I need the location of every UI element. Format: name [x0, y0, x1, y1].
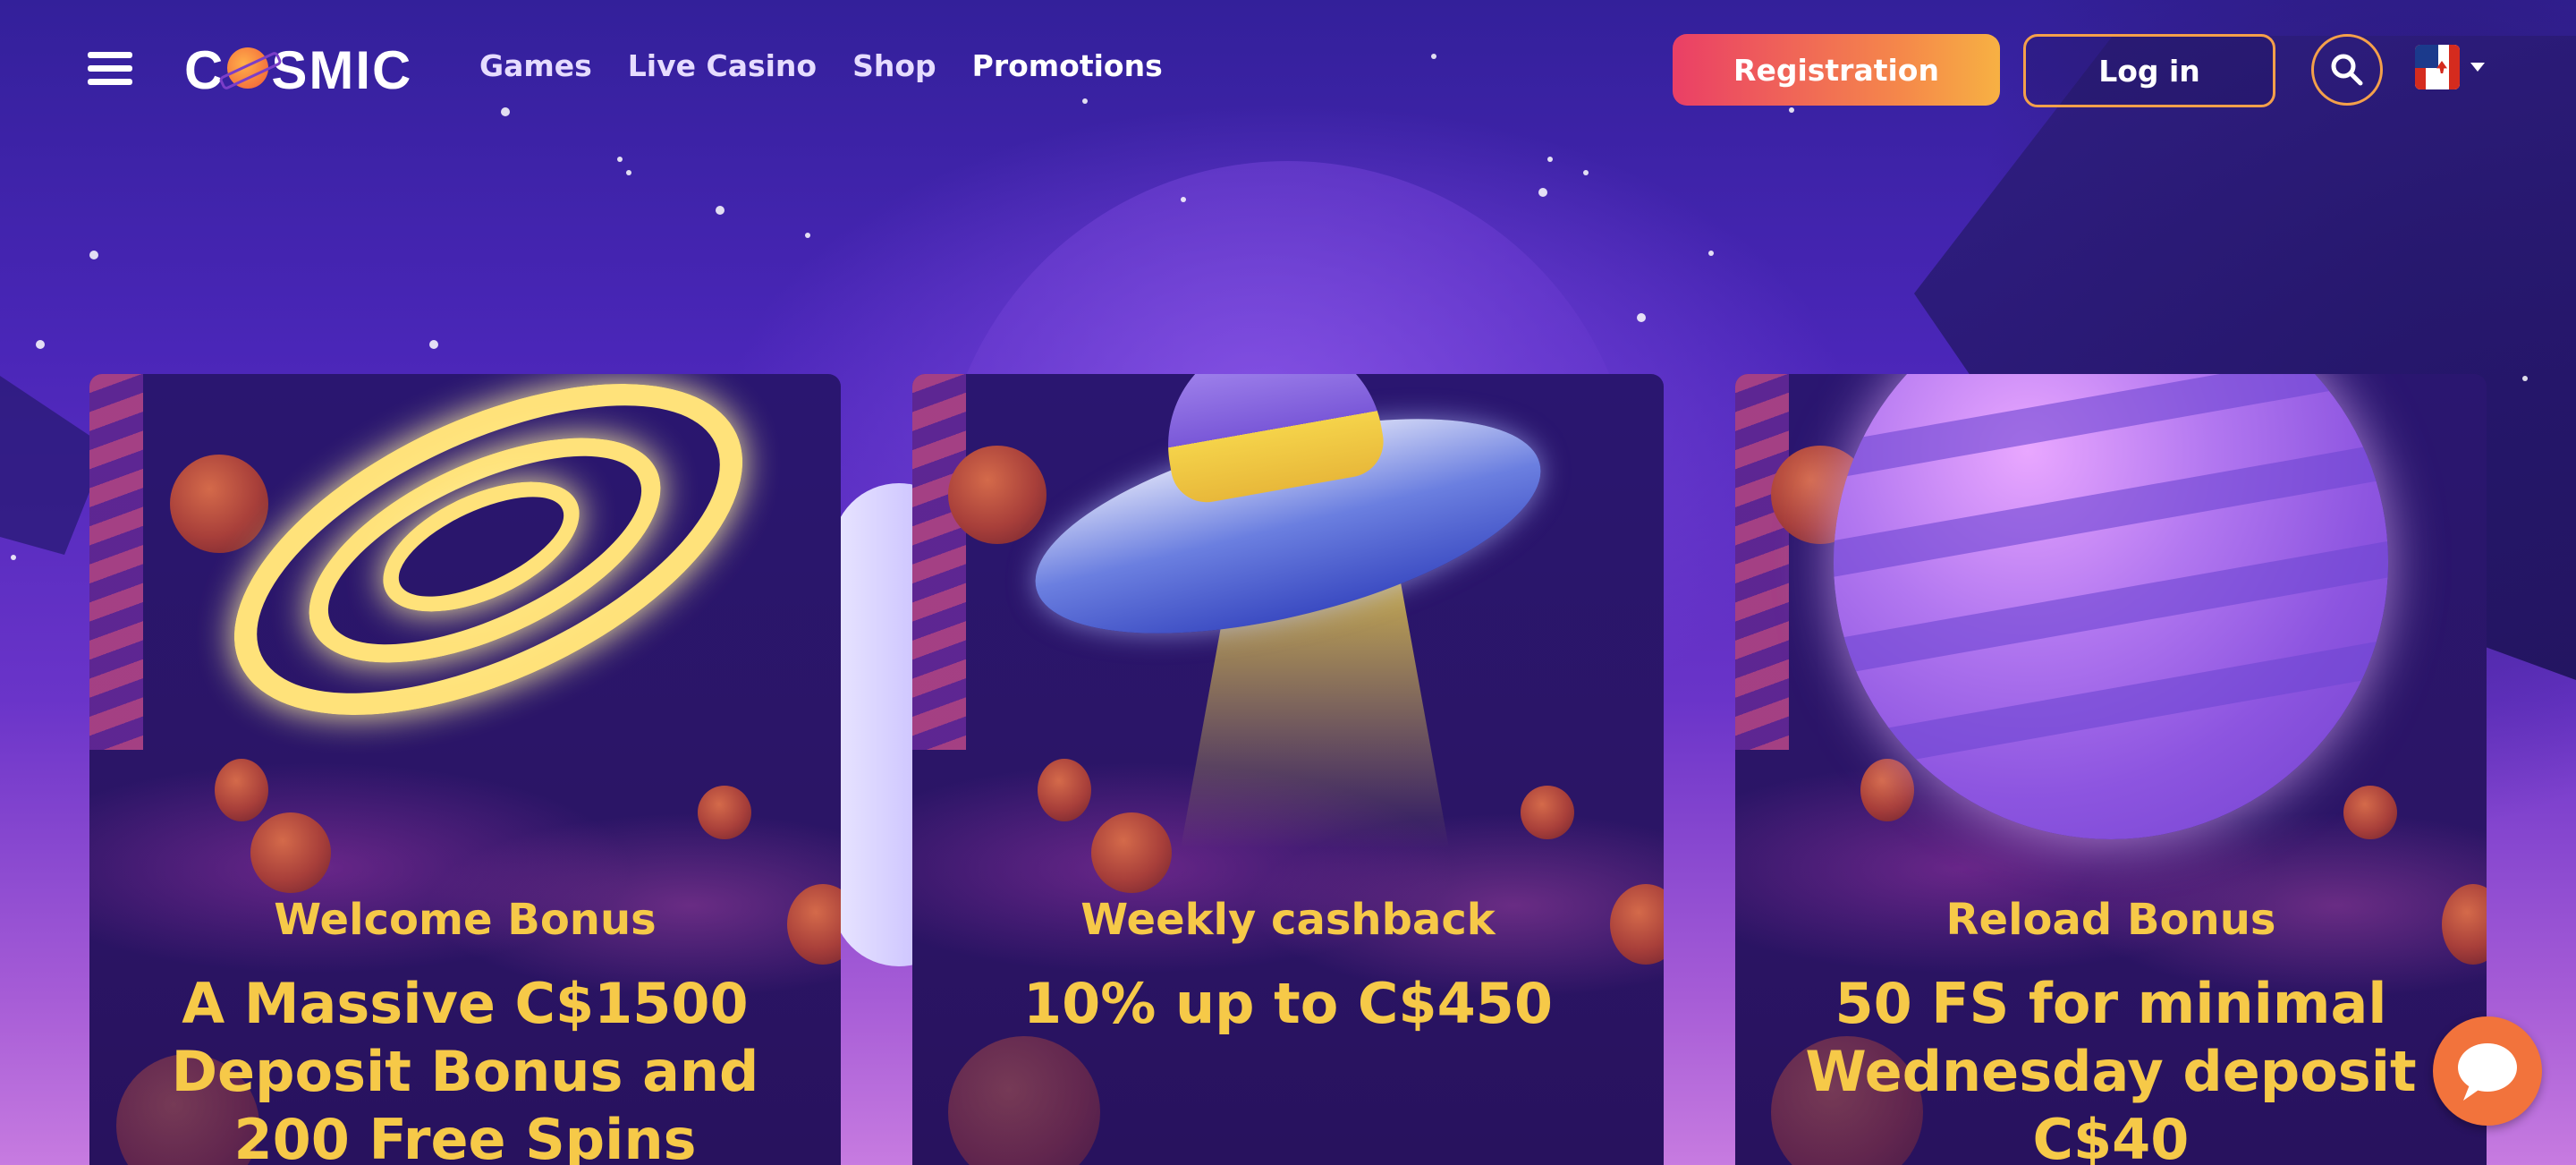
nav-shop[interactable]: Shop: [852, 48, 936, 83]
galaxy-illustration: [161, 374, 792, 784]
main-nav: Games Live Casino Shop Promotions: [479, 48, 1163, 83]
registration-button[interactable]: Registration: [1673, 34, 2000, 106]
nav-games[interactable]: Games: [479, 48, 592, 83]
asteroid: [948, 1036, 1100, 1165]
star: [1708, 251, 1714, 256]
asteroid: [250, 812, 331, 893]
star: [89, 251, 98, 259]
asteroid: [2343, 786, 2397, 839]
asteroid: [948, 446, 1046, 544]
star: [1538, 188, 1547, 197]
asteroid: [1860, 759, 1914, 821]
language-selector[interactable]: [2415, 45, 2487, 93]
asteroid: [1038, 759, 1091, 821]
hamburger-menu-icon[interactable]: [88, 52, 132, 86]
logo-text: C SMIC: [184, 39, 413, 100]
canada-flag-icon: [2415, 45, 2460, 89]
nav-live-casino[interactable]: Live Casino: [628, 48, 817, 83]
chat-bubble-icon: [2458, 1043, 2517, 1092]
star: [429, 340, 438, 349]
promo-label: Weekly cashback: [1080, 895, 1496, 945]
promo-headline: A Massive C$1500 Deposit Bonus and 200 F…: [171, 971, 759, 1165]
star: [11, 555, 16, 560]
nav-promotions[interactable]: Promotions: [972, 48, 1163, 83]
promo-headline: 50 FS for minimal Wednesday deposit C$40: [1805, 971, 2417, 1165]
star: [2522, 376, 2528, 381]
promo-card-welcome[interactable]: Welcome Bonus A Massive C$1500 Deposit B…: [89, 374, 841, 1165]
promo-headline: 10% up to C$450: [1023, 971, 1553, 1036]
planet-logo-icon: [227, 47, 269, 89]
asteroid: [1521, 786, 1574, 839]
search-icon: [2331, 54, 2363, 86]
star: [1637, 313, 1646, 322]
promo-label: Reload Bonus: [1945, 895, 2276, 945]
star: [1181, 197, 1186, 202]
star: [617, 157, 623, 162]
promo-label: Welcome Bonus: [274, 895, 657, 945]
promo-card-reload[interactable]: Reload Bonus 50 FS for minimal Wednesday…: [1735, 374, 2487, 1165]
site-logo[interactable]: C SMIC: [184, 34, 412, 106]
asteroid: [698, 786, 751, 839]
chat-button[interactable]: [2433, 1016, 2542, 1126]
search-button[interactable]: [2311, 34, 2383, 106]
asteroid: [1091, 812, 1172, 893]
promo-card-cashback[interactable]: Weekly cashback 10% up to C$450: [912, 374, 1664, 1165]
star: [36, 340, 45, 349]
login-button[interactable]: Log in: [2023, 34, 2275, 107]
star: [805, 233, 810, 238]
site-header: C SMIC Games Live Casino Shop Promotions …: [0, 0, 2576, 136]
asteroid: [215, 759, 268, 821]
star: [1547, 157, 1553, 162]
star: [716, 206, 724, 215]
chevron-down-icon: [2470, 63, 2485, 72]
star: [1583, 170, 1589, 175]
star: [626, 170, 631, 175]
